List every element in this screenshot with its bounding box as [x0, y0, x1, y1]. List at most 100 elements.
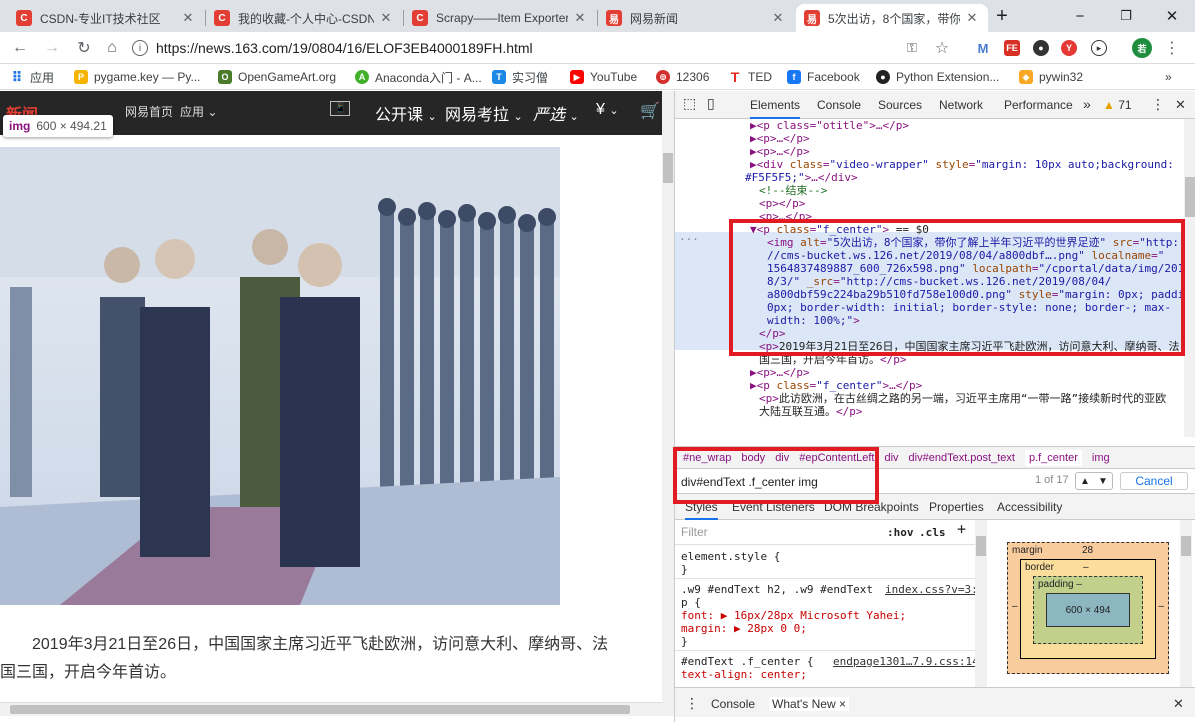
- restore-button[interactable]: ❐: [1103, 0, 1149, 32]
- dom-node-line[interactable]: ▶<p>…</p>: [750, 145, 810, 158]
- dom-scrollbar[interactable]: [1184, 119, 1195, 437]
- styles-scrollbar[interactable]: [975, 520, 987, 690]
- box-padding[interactable]: padding – 600 × 494: [1033, 576, 1143, 644]
- scroll-thumb[interactable]: [10, 705, 630, 714]
- bookmark-12306[interactable]: ⊚ 12306: [656, 68, 709, 86]
- style-property-text-align[interactable]: text-align: center;: [681, 668, 807, 681]
- device-toolbar-icon[interactable]: ▯: [707, 95, 715, 112]
- bookmark-youtube[interactable]: ▶ YouTube: [570, 68, 637, 86]
- home-icon[interactable]: ⌂: [100, 36, 124, 60]
- close-devtools-icon[interactable]: ✕: [1175, 97, 1186, 113]
- bookmark-opengameart[interactable]: O OpenGameArt.org: [218, 68, 336, 86]
- cart-icon[interactable]: 🛒: [640, 101, 660, 121]
- dom-node-line[interactable]: #F5F5F5;">…</div>: [745, 171, 858, 184]
- tab-console[interactable]: Console: [817, 98, 861, 112]
- extension-m-icon[interactable]: M: [975, 40, 991, 56]
- more-tabs-button[interactable]: »: [1083, 96, 1091, 112]
- scroll-thumb[interactable]: [1181, 536, 1191, 556]
- close-drawer-icon[interactable]: ✕: [1173, 696, 1184, 712]
- dom-node-line[interactable]: ▶<p>…</p>: [750, 132, 810, 145]
- dom-node-line[interactable]: ▶<p class="otitle">…</p>: [750, 119, 909, 132]
- warnings-badge[interactable]: ▲ 71: [1103, 98, 1132, 112]
- star-icon[interactable]: ☆: [930, 36, 954, 60]
- extension-glasses-icon[interactable]: ●: [1033, 40, 1049, 56]
- crumb-item[interactable]: img: [1092, 452, 1110, 464]
- bookmark-facebook[interactable]: f Facebook: [787, 68, 860, 86]
- dom-node-line[interactable]: 大陆互联互通。</p>: [759, 405, 863, 418]
- add-rule-icon[interactable]: +: [957, 522, 966, 537]
- browser-tab-scrapy[interactable]: C Scrapy——Item Exporter ✕: [404, 4, 596, 32]
- box-border[interactable]: border – padding – 600 × 494: [1020, 559, 1156, 659]
- style-filter-input[interactable]: Filter: [681, 526, 708, 539]
- crumb-item[interactable]: div#endText.post_text: [909, 452, 1015, 464]
- browser-tab-active[interactable]: 易 5次出访，8个国家，带你了 ✕: [796, 4, 988, 32]
- style-property-font[interactable]: font: ▶ 16px/28px Microsoft Yahei;: [681, 609, 906, 622]
- dom-node-line[interactable]: <p></p>: [759, 197, 805, 210]
- nav-apps[interactable]: 应用 ⌄: [180, 103, 217, 120]
- scroll-thumb[interactable]: [976, 536, 986, 556]
- close-icon[interactable]: ✕: [770, 10, 786, 26]
- forward-icon[interactable]: →: [40, 36, 64, 60]
- style-property-margin[interactable]: margin: ▶ 28px 0 0;: [681, 622, 807, 635]
- inspect-element-icon[interactable]: ⬚: [683, 95, 696, 112]
- drawer-tab-whats-new[interactable]: What's New ×: [769, 697, 849, 711]
- address-bar[interactable]: i https://news.163.com/19/0804/16/ELOF3E…: [132, 36, 964, 60]
- tab-elements[interactable]: Elements: [750, 98, 801, 119]
- tab-sources[interactable]: Sources: [878, 98, 922, 112]
- bookmark-anaconda[interactable]: A Anaconda入门 - A...: [355, 68, 482, 86]
- bookmark-pygame[interactable]: Ppygame.key — Py...: [74, 68, 200, 86]
- devtools-menu-icon[interactable]: ⋮: [1151, 96, 1165, 113]
- scroll-thumb[interactable]: [1185, 177, 1195, 217]
- tab-accessibility[interactable]: Accessibility: [997, 500, 1062, 514]
- dom-node-line[interactable]: ▶<div class="video-wrapper" style="margi…: [750, 158, 1174, 171]
- back-icon[interactable]: ←: [8, 36, 32, 60]
- mobile-icon[interactable]: 📱: [330, 101, 351, 116]
- drawer-menu-icon[interactable]: ⋮: [685, 695, 699, 712]
- nav-home[interactable]: 网易首页: [125, 103, 173, 120]
- tab-properties[interactable]: Properties: [929, 500, 984, 514]
- key-icon[interactable]: ⚿: [900, 36, 924, 60]
- box-content[interactable]: 600 × 494: [1046, 593, 1130, 627]
- close-icon[interactable]: ✕: [964, 10, 980, 26]
- close-icon[interactable]: ✕: [378, 10, 394, 26]
- bookmark-python-extension[interactable]: ● Python Extension...: [876, 68, 999, 86]
- new-tab-button[interactable]: +: [988, 0, 1016, 32]
- cls-toggle[interactable]: .cls: [919, 526, 946, 539]
- info-icon[interactable]: i: [132, 40, 148, 56]
- dom-node-line[interactable]: ▶<p class="f_center">…</p>: [750, 379, 922, 392]
- bookmark-shixiseng[interactable]: T 实习僧: [492, 68, 548, 86]
- extension-play-icon[interactable]: ▸: [1091, 40, 1107, 56]
- scroll-thumb[interactable]: [663, 153, 673, 183]
- crumb-item-selected[interactable]: p.f_center: [1024, 449, 1082, 466]
- horizontal-scrollbar[interactable]: [0, 702, 662, 716]
- browser-tab-netease[interactable]: 易 网易新闻 ✕: [598, 4, 794, 32]
- hov-toggle[interactable]: :hov: [887, 526, 914, 539]
- style-source-link[interactable]: endpage1301…7.9.css:143: [833, 655, 985, 668]
- boxmodel-scrollbar[interactable]: [1180, 520, 1192, 690]
- browser-tab-csdn[interactable]: C CSDN-专业IT技术社区 ✕: [8, 4, 204, 32]
- dom-node-line[interactable]: <p>此访欧洲，在古丝绸之路的另一端，习近平主席用“一带一路”接续新时代的亚欧: [759, 392, 1166, 405]
- ellipsis-icon[interactable]: ···: [679, 233, 699, 246]
- nav-money[interactable]: ¥ ⌄: [596, 101, 619, 119]
- bookmark-pywin32[interactable]: ◆ pywin32: [1019, 68, 1083, 86]
- box-margin[interactable]: margin 28 – – border – padding – 600 × 4…: [1007, 542, 1169, 674]
- close-icon[interactable]: ✕: [572, 10, 588, 26]
- dom-node-line[interactable]: <!--结束-->: [759, 184, 827, 197]
- browser-tab-favorites[interactable]: C 我的收藏-个人中心-CSDN ✕: [206, 4, 402, 32]
- extension-yab-icon[interactable]: Y: [1061, 40, 1077, 56]
- drawer-tab-console[interactable]: Console: [711, 697, 755, 711]
- tab-performance[interactable]: Performance: [1004, 98, 1073, 112]
- bookmark-apps[interactable]: ⠿ 应用: [10, 68, 54, 86]
- minimize-button[interactable]: −: [1057, 0, 1103, 32]
- nav-yanxuan[interactable]: 严选 ⌄: [533, 101, 579, 125]
- page-vertical-scrollbar[interactable]: [662, 91, 674, 716]
- bookmark-ted[interactable]: T TED: [728, 68, 772, 86]
- close-window-button[interactable]: ✕: [1149, 0, 1195, 32]
- menu-icon[interactable]: ⋮: [1160, 36, 1184, 60]
- reload-icon[interactable]: ↻: [72, 36, 96, 60]
- crumb-item[interactable]: div: [884, 452, 898, 464]
- extension-fe-icon[interactable]: FE: [1004, 40, 1020, 56]
- nav-open-course[interactable]: 公开课 ⌄: [375, 101, 437, 125]
- cancel-search-button[interactable]: Cancel: [1120, 472, 1188, 490]
- profile-avatar[interactable]: 若: [1132, 38, 1152, 58]
